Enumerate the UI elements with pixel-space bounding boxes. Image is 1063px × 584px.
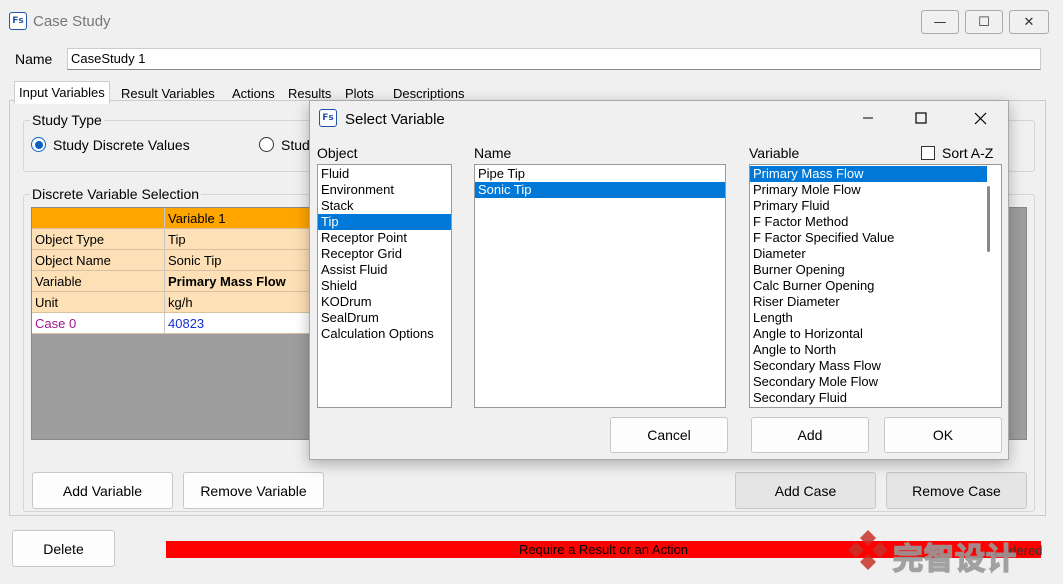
variable-list-item[interactable]: Primary Mass Flow [750,166,987,182]
window-title: Case Study [33,13,111,30]
row-label-unit: Unit [32,292,165,313]
name-input[interactable]: CaseStudy 1 [67,48,1041,70]
study-discrete-radio[interactable] [31,137,46,152]
variable-list-item[interactable]: Riser Diameter [750,294,987,310]
variable-list-item[interactable]: Primary Fluid [750,198,987,214]
grid-column-header[interactable]: Variable 1 [165,208,310,229]
variable-listbox[interactable]: Primary Mass Flow Primary Mole Flow Primar… [749,164,1002,408]
study-discrete-label: Study Discrete Values [53,137,190,153]
maximize-button[interactable]: ☐ [965,10,1003,34]
object-list-item[interactable]: SealDrum [318,310,451,326]
sort-az-label: Sort A-Z [942,145,994,161]
minimize-button[interactable]: — [921,10,959,34]
grid-corner-cell [32,208,165,229]
delete-button[interactable]: Delete [12,530,115,567]
dialog-minimize-button[interactable] [853,103,883,133]
tab-actions[interactable]: Actions [227,82,280,105]
close-icon [974,112,986,124]
dialog-close-button[interactable] [965,103,995,133]
object-listbox[interactable]: Fluid Environment Stack Tip Receptor Point Re… [317,164,452,408]
sort-az-checkbox[interactable] [921,146,935,160]
variable-list-item[interactable]: Secondary Mole Flow [750,374,987,390]
case-row-label[interactable]: Case 0 [32,313,165,334]
variable-list-item[interactable]: Diameter [750,246,987,262]
ok-button[interactable]: OK [884,417,1002,453]
tab-input-variables[interactable]: Input Variables [14,81,110,104]
remove-case-button[interactable]: Remove Case [886,472,1027,509]
variable-list-item[interactable]: F Factor Specified Value [750,230,987,246]
close-icon: ✕ [1023,14,1035,30]
name-listbox[interactable]: Pipe Tip Sonic Tip [474,164,726,408]
tab-result-variables[interactable]: Result Variables [116,82,220,105]
object-list-item[interactable]: Stack [318,198,451,214]
object-list-item[interactable]: Calculation Options [318,326,451,342]
close-button[interactable]: ✕ [1009,10,1049,34]
remove-variable-button[interactable]: Remove Variable [183,472,324,509]
name-label: Name [15,51,53,67]
object-list-item[interactable]: Tip [318,214,451,230]
object-list-item[interactable]: KODrum [318,294,451,310]
variable-list-item[interactable]: Angle to North [750,342,987,358]
variable-list-item[interactable]: Calc Burner Opening [750,278,987,294]
dialog-logo-icon: Fs [319,109,337,127]
minimize-icon: — [933,14,947,30]
cancel-button[interactable]: Cancel [610,417,728,453]
add-button[interactable]: Add [751,417,869,453]
watermark-text: 完智设计 [892,542,1017,577]
row-label-object-type: Object Type [32,229,165,250]
title-bar: Fs Case Study — ☐ ✕ [0,0,1063,44]
dialog-maximize-button[interactable] [906,103,936,133]
row-label-object-name: Object Name [32,250,165,271]
watermark-logo-icon [846,528,890,572]
maximize-icon [915,112,927,124]
app-logo-icon: Fs [9,12,27,30]
cell-unit[interactable]: kg/h [165,292,310,313]
object-label: Object [317,145,358,161]
discrete-selection-label: Discrete Variable Selection [30,186,202,202]
cell-variable[interactable]: Primary Mass Flow [165,271,310,292]
name-list-item[interactable]: Sonic Tip [475,182,725,198]
object-list-item[interactable]: Receptor Grid [318,246,451,262]
study-type-label: Study Type [30,112,104,128]
maximize-icon: ☐ [978,14,990,30]
object-list-item[interactable]: Fluid [318,166,451,182]
select-variable-dialog: Fs Select Variable Object Name Variable … [309,100,1009,460]
minimize-icon [863,117,873,119]
variable-scrollbar-thumb[interactable] [987,186,990,252]
variable-list-item[interactable]: Angle to Horizontal [750,326,987,342]
cell-object-type[interactable]: Tip [165,229,310,250]
object-list-item[interactable]: Shield [318,278,451,294]
variable-list-item[interactable]: Burner Opening [750,262,987,278]
variable-list-item[interactable]: Primary Mole Flow [750,182,987,198]
variable-list-item[interactable]: Secondary Fluid [750,390,987,406]
study-other-radio[interactable] [259,137,274,152]
study-other-label: Stud [281,137,310,153]
dialog-title: Select Variable [345,111,445,128]
object-list-item[interactable]: Receptor Point [318,230,451,246]
object-list-item[interactable]: Environment [318,182,451,198]
object-list-item[interactable]: Assist Fluid [318,262,451,278]
variable-list-item[interactable]: Secondary Mass Flow [750,358,987,374]
variable-label: Variable [749,145,800,161]
case-value-cell[interactable]: 40823 [165,313,310,334]
row-label-variable: Variable [32,271,165,292]
name-list-item[interactable]: Pipe Tip [475,166,725,182]
add-case-button[interactable]: Add Case [735,472,876,509]
variable-list-item[interactable]: F Factor Method [750,214,987,230]
name-column-label: Name [474,145,512,161]
cell-object-name[interactable]: Sonic Tip [165,250,310,271]
variable-list-item[interactable]: Length [750,310,987,326]
add-variable-button[interactable]: Add Variable [32,472,173,509]
